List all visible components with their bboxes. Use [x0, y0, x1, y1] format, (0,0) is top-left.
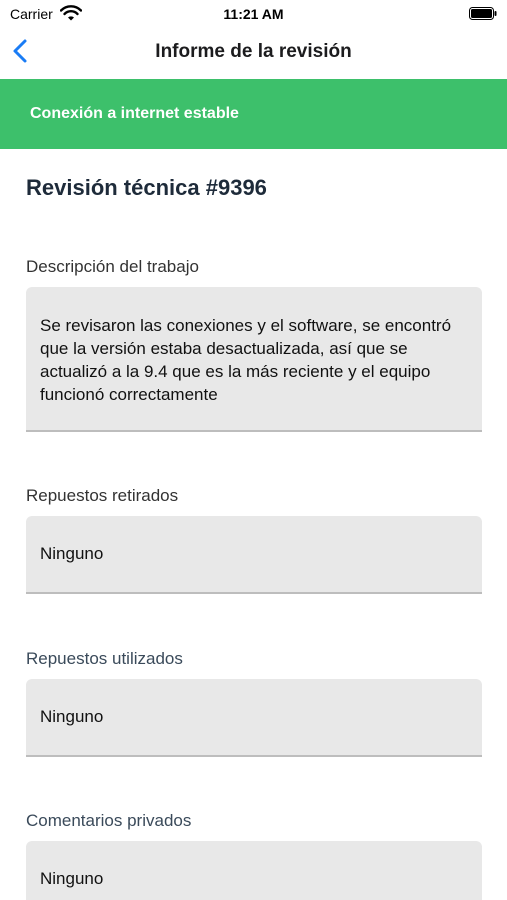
- connection-status-text: Conexión a internet estable: [30, 105, 239, 122]
- page-title: Revisión técnica #9396: [26, 175, 267, 200]
- private-comments-label: Comentarios privados: [26, 811, 192, 830]
- description-field[interactable]: Se revisaron las conexiones y el softwar…: [26, 287, 482, 432]
- status-bar: Carrier 11:21 AM: [0, 0, 507, 28]
- battery-icon: [469, 7, 497, 20]
- removed-parts-label: Repuestos retirados: [26, 486, 179, 505]
- used-parts-label: Repuestos utilizados: [26, 649, 183, 668]
- private-comments-field[interactable]: Ninguno: [26, 841, 482, 900]
- clock: 11:21 AM: [223, 6, 284, 22]
- nav-title: Informe de la revisión: [155, 41, 352, 62]
- removed-parts-field[interactable]: Ninguno: [26, 516, 482, 594]
- used-parts-field[interactable]: Ninguno: [26, 679, 482, 757]
- navigation-bar: Informe de la revisión: [0, 28, 507, 79]
- connection-banner: Conexión a internet estable: [0, 79, 507, 149]
- description-label: Descripción del trabajo: [26, 257, 199, 276]
